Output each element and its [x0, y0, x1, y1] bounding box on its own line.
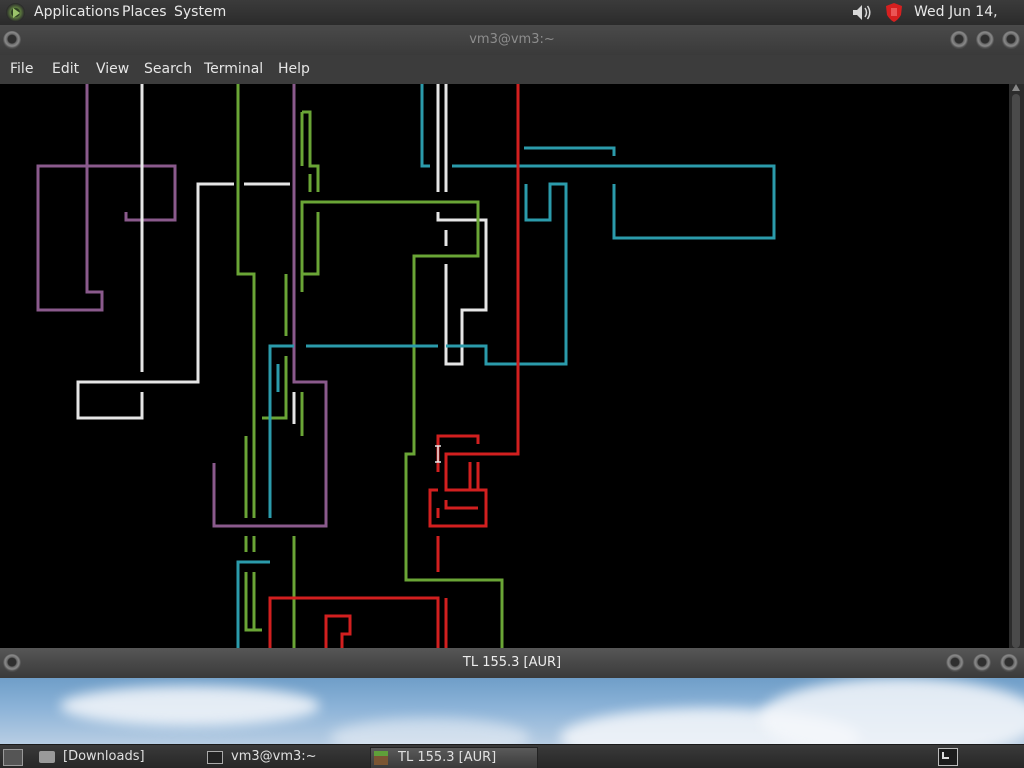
window2-minimize-button[interactable] [946, 654, 964, 672]
applications-menu[interactable]: Applications [34, 0, 120, 25]
white-pipes [76, 84, 488, 424]
menu-terminal[interactable]: Terminal [204, 55, 263, 84]
show-desktop-icon[interactable] [3, 749, 23, 766]
scroll-up-arrow-icon[interactable] [1012, 84, 1020, 91]
menu-search[interactable]: Search [144, 55, 192, 84]
terminal-scrollbar[interactable] [1009, 84, 1024, 648]
places-menu[interactable]: Places [122, 0, 167, 25]
taskbar-item-downloads[interactable]: [Downloads] [36, 747, 196, 767]
window2-titlebar[interactable]: TL 155.3 [AUR] [0, 648, 1024, 678]
menu-help[interactable]: Help [278, 55, 310, 84]
folder-icon [39, 751, 55, 763]
window2-maximize-button[interactable] [973, 654, 991, 672]
top-panel: Applications Places System Wed Jun 14, 0… [0, 0, 1024, 45]
window2-title: TL 155.3 [AUR] [462, 655, 562, 670]
terminal-titlebar[interactable]: vm3@vm3:~ [0, 25, 1024, 55]
menu-view[interactable]: View [96, 55, 129, 84]
terminal-title: vm3@vm3:~ [469, 32, 555, 47]
window2-close-button[interactable] [1000, 654, 1018, 672]
taskbar: [Downloads] vm3@vm3:~ TL 155.3 [AUR] [0, 744, 1024, 768]
taskbar-item-terminal[interactable]: vm3@vm3:~ [204, 747, 364, 767]
terminal-icon [207, 751, 223, 764]
terminal-launcher-icon[interactable] [938, 748, 958, 766]
distro-logo-icon[interactable] [6, 3, 25, 22]
scrollbar-thumb[interactable] [1012, 94, 1020, 648]
minimize-button[interactable] [950, 31, 968, 49]
terminal-menubar: File Edit View Search Terminal Help [0, 55, 1024, 84]
pipes-screensaver [36, 84, 776, 648]
red-pipes [268, 84, 520, 648]
ibeam-cursor-icon [435, 445, 441, 463]
terminal-output[interactable] [1, 84, 1009, 648]
close-button[interactable] [1002, 31, 1020, 49]
window2-sky-view[interactable] [0, 678, 1024, 744]
menu-file[interactable]: File [10, 55, 33, 84]
purple-pipes [36, 84, 328, 528]
taskbar-item-tl-game[interactable]: TL 155.3 [AUR] [370, 747, 538, 768]
menu-edit[interactable]: Edit [52, 55, 79, 84]
maximize-button[interactable] [976, 31, 994, 49]
security-shield-icon[interactable] [884, 2, 904, 23]
system-menu[interactable]: System [174, 0, 226, 25]
grass-block-icon [374, 751, 388, 765]
volume-icon[interactable] [851, 3, 873, 22]
